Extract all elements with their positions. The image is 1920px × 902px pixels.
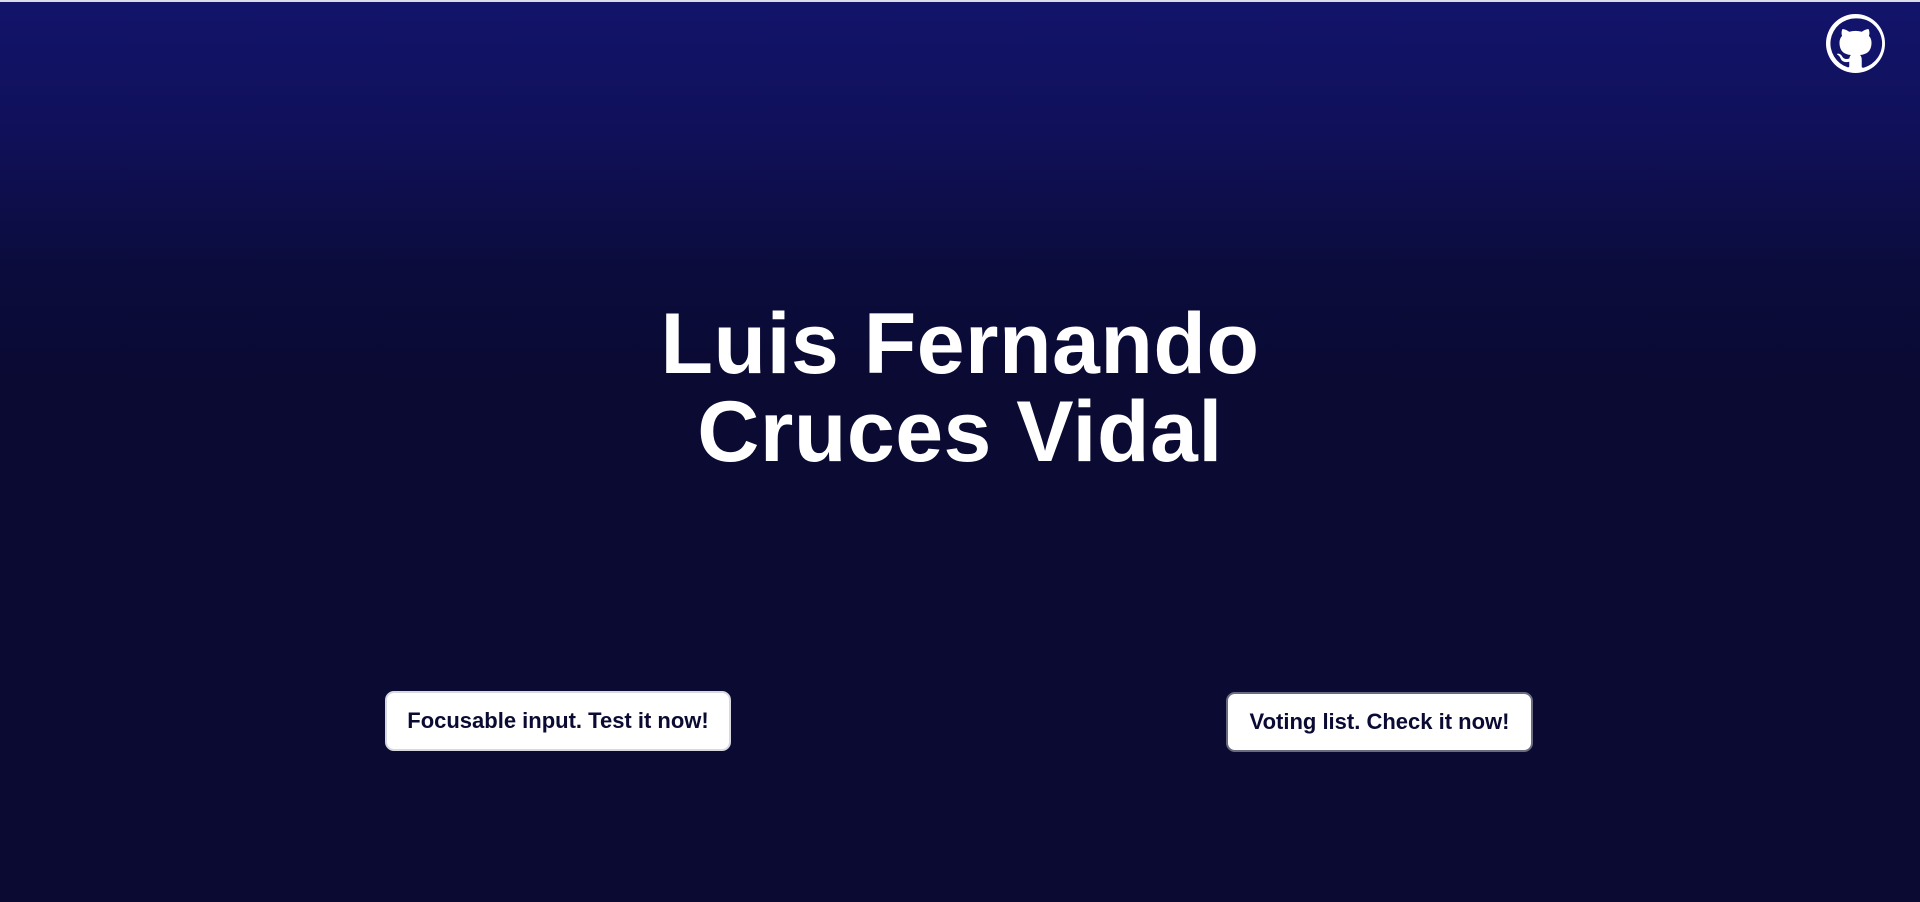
hero-title-line-2: Cruces Vidal [697,384,1223,480]
github-link[interactable] [1826,14,1885,73]
hero-title: Luis Fernando Cruces Vidal [0,300,1920,476]
hero-title-line-1: Luis Fernando [660,296,1260,392]
github-icon [1826,14,1885,73]
top-divider [0,0,1920,2]
voting-list-button[interactable]: Voting list. Check it now! [1226,692,1533,752]
focusable-input-button[interactable]: Focusable input. Test it now! [385,691,731,751]
